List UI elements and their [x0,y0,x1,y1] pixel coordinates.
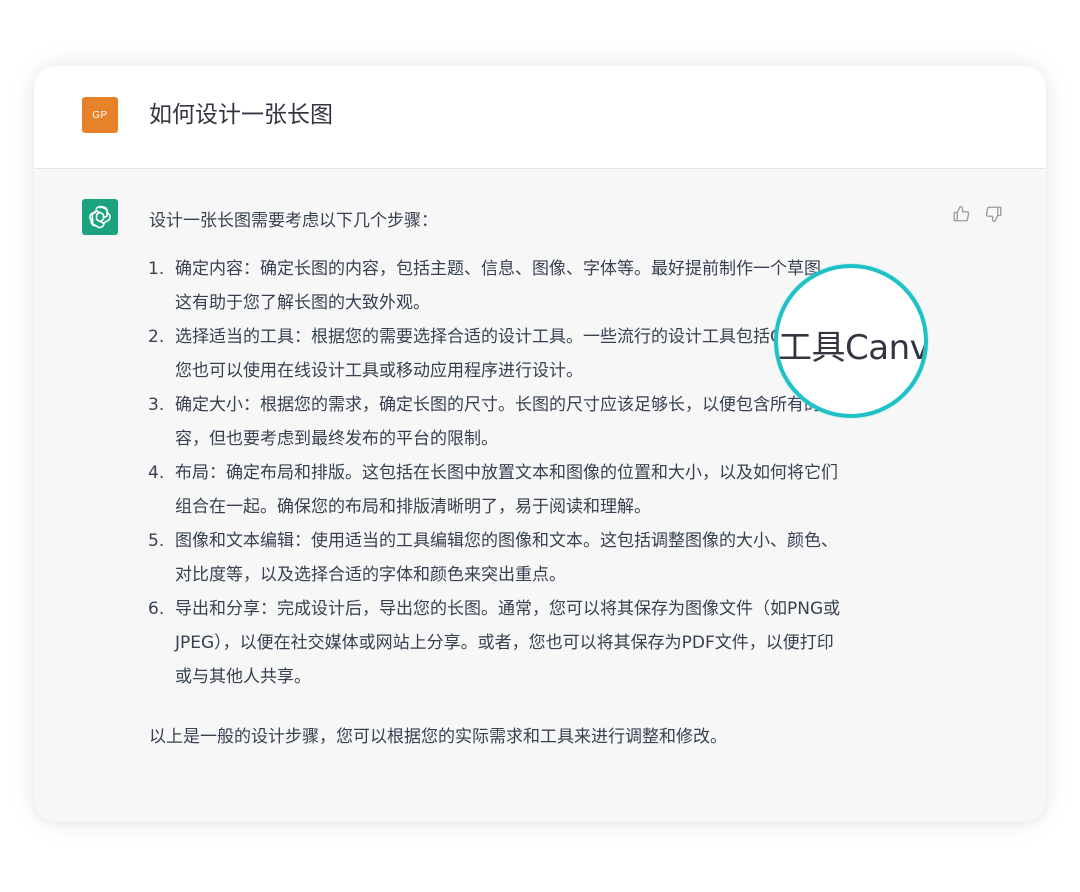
user-avatar: GP [82,97,118,133]
magnifier-lens: 工具Canva [774,264,928,418]
step-number: 5. [148,531,165,551]
thumbs-down-icon [985,206,1002,223]
step-number: 2. [148,327,165,347]
step-line: 对比度等，以及选择合适的字体和颜色来突出重点。 [175,565,566,585]
step-number: 1. [148,259,165,279]
step-line: 组合在一起。确保您的布局和排版清晰明了，易于阅读和理解。 [175,497,651,517]
magnified-text: 工具Canva [778,328,928,368]
step-line: 容，但也要考虑到最终发布的平台的限制。 [175,429,498,449]
step-line: 或与其他人共享。 [175,667,311,687]
list-item: 5. 图像和文本编辑：使用适当的工具编辑您的图像和文本。这包括调整图像的大小、颜… [148,524,939,592]
step-number: 4. [148,463,165,483]
user-avatar-text: GP [92,109,108,121]
step-line: 导出和分享：完成设计后，导出您的长图。通常，您可以将其保存为图像文件（如PNG或 [175,599,841,619]
list-item: 6. 导出和分享：完成设计后，导出您的长图。通常，您可以将其保存为图像文件（如P… [148,592,939,694]
chat-card: GP 如何设计一张长图 设计一张长图需要考虑以下几个步骤： 1. 确定内容：确定… [34,66,1046,822]
thumbs-down-button[interactable] [983,203,1005,225]
thumbs-up-icon [953,205,970,222]
step-line: JPEG），以便在社交媒体或网站上分享。或者，您也可以将其保存为PDF文件，以便… [175,633,834,653]
step-number: 6. [148,599,165,619]
reply-intro: 设计一张长图需要考虑以下几个步骤： [149,211,438,231]
thumbs-up-button[interactable] [950,203,972,225]
step-number: 3. [148,395,165,415]
reply-outro: 以上是一般的设计步骤，您可以根据您的实际需求和工具来进行调整和修改。 [149,727,727,747]
user-question: 如何设计一张长图 [149,102,333,128]
openai-logo-icon [89,205,111,229]
user-message-row: GP 如何设计一张长图 [34,66,1046,169]
assistant-avatar [82,199,118,235]
step-line: 图像和文本编辑：使用适当的工具编辑您的图像和文本。这包括调整图像的大小、颜色、 [175,531,838,551]
step-line: 布局：确定布局和排版。这包括在长图中放置文本和图像的位置和大小，以及如何将它们 [175,463,838,483]
list-item: 4. 布局：确定布局和排版。这包括在长图中放置文本和图像的位置和大小，以及如何将… [148,456,939,524]
